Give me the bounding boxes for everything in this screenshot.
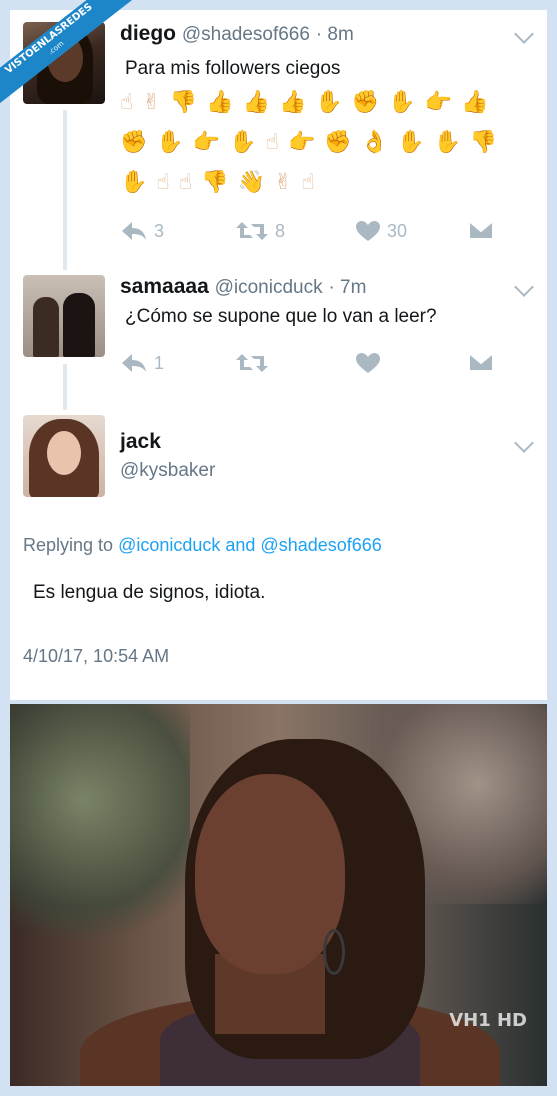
replying-to: Replying to @iconicduck and @shadesof666 — [23, 535, 382, 556]
emoji-row: ☝✌👎👍👍👍✋✊✋👉👍 — [120, 90, 498, 115]
author-handle[interactable]: @kysbaker — [120, 460, 215, 482]
reaction-photo: VH1 HD — [10, 704, 547, 1086]
tv-watermark: VH1 HD — [449, 1010, 527, 1031]
emoji-row: ✊✋👉✋☝👉✊👌✋✋👎 — [120, 130, 507, 155]
replying-to-links[interactable]: @iconicduck and @shadesof666 — [118, 535, 382, 555]
avatar-samaaaa[interactable] — [23, 275, 105, 357]
heart-icon — [356, 353, 380, 373]
like-button[interactable]: 30 — [355, 220, 407, 242]
reply-button[interactable]: 3 — [120, 220, 164, 242]
site-badge-text: VISTOENLASREDES — [3, 1, 95, 77]
like-button[interactable] — [355, 352, 381, 374]
author-handle: @shadesof666 — [181, 24, 310, 45]
avatar-jack[interactable] — [23, 415, 105, 497]
retweet-icon — [236, 222, 268, 240]
thread-line — [63, 110, 67, 270]
like-count: 30 — [387, 220, 408, 241]
reply-count: 1 — [154, 352, 165, 373]
tweet-actions: 3 8 30 — [120, 220, 500, 246]
author-name: samaaaa — [120, 275, 209, 298]
emoji-row: ✋☝☝👎👋✌☝ — [120, 170, 324, 195]
reply-icon — [122, 222, 146, 240]
tweet-author[interactable]: samaaaa @iconicduck · 7m — [120, 275, 366, 299]
site-badge-band: VISTOENLASREDES .com — [0, 0, 141, 108]
retweet-button[interactable]: 8 — [235, 220, 285, 242]
tweet-actions: 1 — [120, 352, 500, 378]
tweet-time: · 7m — [328, 277, 367, 298]
tweet-text: Para mis followers ciegos — [125, 58, 341, 79]
author-handle: @iconicduck — [214, 277, 323, 298]
site-badge: VISTOENLASREDES .com — [0, 0, 148, 108]
thread-line — [63, 364, 67, 410]
message-button[interactable] — [468, 220, 494, 240]
envelope-icon — [468, 352, 494, 372]
retweet-count: 8 — [275, 220, 286, 241]
tweet-text: ¿Cómo se supone que lo van a leer? — [125, 306, 437, 327]
heart-icon — [356, 221, 380, 241]
tweet-timestamp[interactable]: 4/10/17, 10:54 AM — [23, 646, 169, 667]
reply-button[interactable]: 1 — [120, 352, 164, 374]
retweet-icon — [236, 354, 268, 372]
retweet-button[interactable] — [235, 352, 269, 374]
earring — [323, 929, 345, 975]
message-button[interactable] — [468, 352, 494, 372]
envelope-icon — [468, 220, 494, 240]
reply-text: Es lengua de signos, idiota. — [33, 582, 266, 603]
tweet-time: · 8m — [315, 24, 354, 45]
reply-count: 3 — [154, 220, 165, 241]
author-name[interactable]: jack — [120, 430, 161, 454]
tweet-author[interactable]: diego @shadesof666 · 8m — [120, 22, 354, 46]
reply-icon — [122, 354, 146, 372]
replying-prefix: Replying to — [23, 535, 114, 555]
